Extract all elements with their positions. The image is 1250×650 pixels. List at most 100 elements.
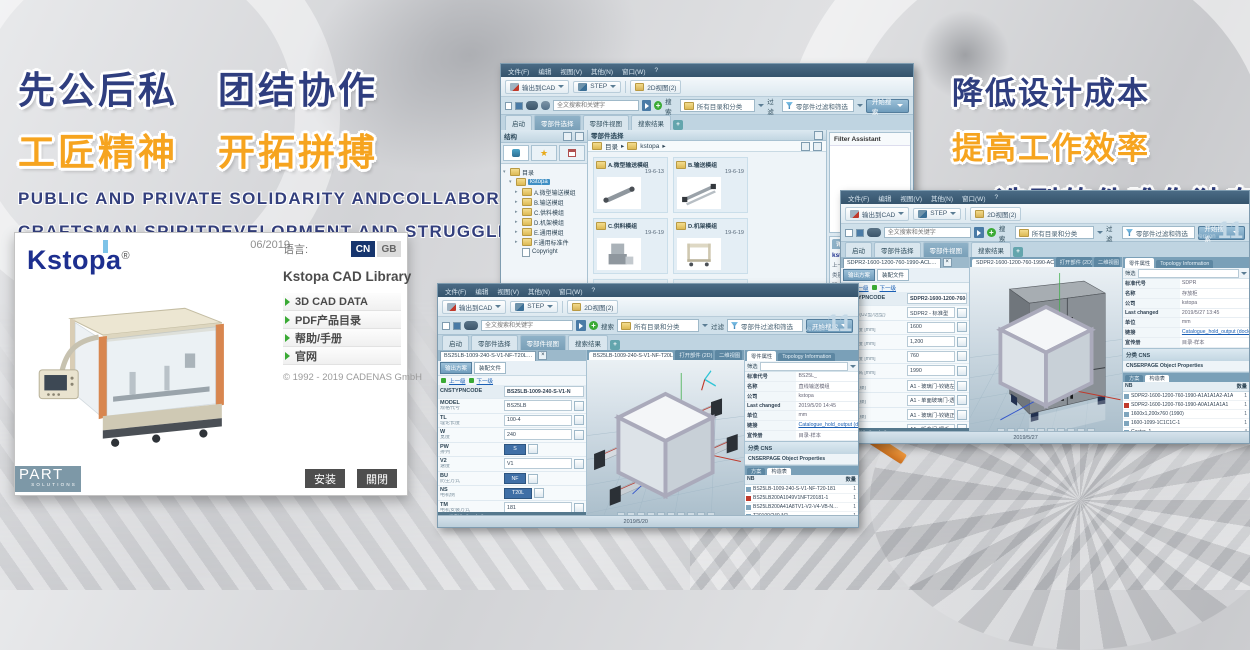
search-input[interactable] bbox=[481, 320, 573, 331]
export-plan-button[interactable]: 输出方案 bbox=[440, 362, 472, 374]
plan-tab[interactable]: 方案 bbox=[747, 468, 765, 475]
view-mode-button[interactable] bbox=[801, 142, 810, 151]
menu-window[interactable]: 窗口(W) bbox=[559, 286, 582, 296]
search-option-checkbox[interactable] bbox=[505, 102, 512, 110]
search-scope-dropdown[interactable]: 所有目录和分类 bbox=[1015, 226, 1094, 239]
panel-close-button[interactable] bbox=[575, 132, 584, 141]
bom-row[interactable]: 1600x1,200x760 (1990)1 bbox=[1123, 410, 1249, 419]
menu-edit[interactable]: 编辑 bbox=[878, 193, 891, 203]
view-cube[interactable] bbox=[587, 360, 744, 522]
export-plan-button[interactable]: 输出方案 bbox=[843, 269, 875, 281]
tab-search-results[interactable]: 搜索结果 bbox=[568, 335, 608, 350]
menu-edit[interactable]: 编辑 bbox=[538, 66, 551, 76]
search-scope-dropdown[interactable]: 所有目录和分类 bbox=[617, 319, 699, 332]
topology-tab[interactable]: Topology Information bbox=[778, 353, 835, 361]
2d-view-button[interactable]: 2D视图(2) bbox=[970, 207, 1021, 221]
tab-start[interactable]: 启动 bbox=[442, 335, 469, 350]
prop-link[interactable]: Catalogue_hold_output (doclev2) bbox=[1180, 328, 1249, 337]
menu-pdf-catalog[interactable]: PDF产品目录 bbox=[283, 311, 401, 329]
menu-view[interactable]: 视图(V) bbox=[560, 66, 582, 76]
2d-view-button[interactable]: 2D视图(2) bbox=[567, 300, 618, 314]
part-properties-tab[interactable]: 零件属性 bbox=[1125, 258, 1154, 268]
param-edit-button[interactable] bbox=[957, 322, 967, 332]
step-format-button[interactable]: STEP bbox=[573, 81, 621, 93]
bom-row[interactable]: 1600-1099-1C1C1C-11 bbox=[1123, 419, 1249, 428]
text-mode-toggle[interactable] bbox=[526, 101, 538, 110]
param-toggle[interactable]: NF bbox=[504, 473, 526, 484]
close-button[interactable]: 關閉 bbox=[357, 469, 397, 488]
tab-part-selection[interactable]: 零部件选择 bbox=[534, 115, 581, 130]
param-value-dropdown[interactable]: 1600 bbox=[907, 322, 955, 333]
properties-filter-input[interactable] bbox=[760, 362, 848, 371]
properties-filter-input[interactable] bbox=[1138, 269, 1239, 278]
favorites-tab[interactable]: ★ bbox=[531, 145, 557, 161]
2d-view-button[interactable]: 2D视图(2) bbox=[630, 80, 681, 94]
menu-help[interactable]: ? bbox=[591, 287, 595, 294]
install-button[interactable]: 安装 bbox=[305, 469, 345, 488]
menu-file[interactable]: 文件(F) bbox=[508, 66, 529, 76]
bom-row[interactable]: BS25LB-1009-240-S-V1-NF-T20-1811 bbox=[745, 485, 858, 494]
param-edit-button[interactable] bbox=[528, 474, 538, 484]
tab-search-results[interactable]: 搜索结果 bbox=[971, 242, 1011, 257]
bom-row[interactable]: SDPR2-1600-1200-760-1990-A0A1A1A1A11 bbox=[1123, 401, 1249, 410]
param-edit-button[interactable] bbox=[534, 488, 544, 498]
structure-tab[interactable]: 构造表 bbox=[767, 468, 791, 475]
tree-item[interactable]: ▸B.输送模组 bbox=[503, 197, 585, 207]
tab-part-view[interactable]: 零部件视图 bbox=[923, 242, 970, 257]
tree-item[interactable]: ▸A.微型输送模组 bbox=[503, 187, 585, 197]
menu-other[interactable]: 其他(N) bbox=[528, 286, 550, 296]
param-edit-button[interactable] bbox=[957, 395, 967, 405]
search-option-checkbox-2[interactable] bbox=[453, 322, 461, 330]
part-number-tab[interactable]: SDPR2-1600-1200-760-1990-ACL… bbox=[843, 258, 941, 268]
menu-3d-cad-data[interactable]: 3D CAD DATA bbox=[283, 293, 401, 311]
param-value-dropdown[interactable]: A1 - 单面玻璃门-透明 bbox=[907, 395, 955, 406]
search-option-checkbox[interactable] bbox=[845, 229, 853, 237]
search-input[interactable] bbox=[553, 100, 639, 111]
tree-item[interactable]: ▸D.机架模组 bbox=[503, 217, 585, 227]
part-number-tab[interactable]: BS25LB-1009-240-S-V1-NF-T20L… bbox=[440, 351, 536, 361]
breadcrumb-node[interactable]: kstopa bbox=[640, 143, 659, 150]
param-value-dropdown[interactable]: 760 bbox=[907, 351, 955, 362]
history-tab[interactable] bbox=[559, 145, 585, 161]
plan-tab[interactable]: 方案 bbox=[1125, 375, 1143, 382]
catalog-tree-tab[interactable] bbox=[503, 145, 529, 161]
menu-official-site[interactable]: 官网 bbox=[283, 347, 401, 365]
search-go-button[interactable] bbox=[642, 100, 651, 111]
view-cube[interactable] bbox=[970, 267, 1122, 438]
search-go-button[interactable] bbox=[576, 320, 586, 331]
param-value-dropdown[interactable]: 1990 bbox=[907, 365, 955, 376]
start-search-button[interactable]: 开始搜索 bbox=[866, 99, 909, 113]
tab-start[interactable]: 启动 bbox=[505, 115, 532, 130]
level-down-link[interactable]: 下一级 bbox=[880, 284, 897, 292]
menu-other[interactable]: 其他(N) bbox=[931, 193, 953, 203]
step-format-button[interactable]: STEP bbox=[913, 208, 961, 220]
param-edit-button[interactable] bbox=[574, 459, 584, 469]
menu-other[interactable]: 其他(N) bbox=[591, 66, 613, 76]
tab-part-selection[interactable]: 零部件选择 bbox=[874, 242, 921, 257]
tab-part-view[interactable]: 零部件视图 bbox=[583, 115, 630, 130]
tree-item-root[interactable]: ▾目录 bbox=[503, 167, 585, 177]
tab-search-results[interactable]: 搜索结果 bbox=[631, 115, 671, 130]
add-search-button[interactable]: + bbox=[987, 228, 996, 237]
viewport-2d-tab[interactable]: 打开部件 (2D) bbox=[1056, 257, 1092, 267]
bom-row[interactable]: SDPR2-1600-1200-760-1990-A1A1A1A2-A1A…1 bbox=[1123, 392, 1249, 401]
search-option-checkbox-2[interactable] bbox=[515, 102, 522, 110]
param-edit-button[interactable] bbox=[574, 503, 584, 512]
close-icon[interactable]: × bbox=[538, 351, 547, 360]
step-format-button[interactable]: STEP bbox=[510, 301, 558, 313]
variable-search-toggle[interactable] bbox=[541, 101, 550, 110]
language-cn-button[interactable]: CN bbox=[351, 241, 375, 257]
menu-window[interactable]: 窗口(W) bbox=[962, 193, 985, 203]
menu-help[interactable]: ? bbox=[654, 67, 658, 74]
tree-item-copyright[interactable]: Copyright bbox=[503, 247, 585, 257]
3d-viewport[interactable] bbox=[970, 267, 1122, 438]
param-edit-button[interactable] bbox=[957, 308, 967, 318]
new-tab-button[interactable]: + bbox=[673, 120, 683, 130]
bom-row[interactable]: BS25LB200A1049V1NFT20181-11 bbox=[745, 494, 858, 503]
prop-link[interactable]: Catalogue_hold_output (doclev2) bbox=[796, 421, 858, 430]
viewport-2d-tab[interactable]: 打开部件 (2D) bbox=[675, 350, 713, 360]
tree-item[interactable]: ▸C.供料模组 bbox=[503, 207, 585, 217]
tab-part-selection[interactable]: 零部件选择 bbox=[471, 335, 518, 350]
level-down-link[interactable]: 下一级 bbox=[477, 377, 494, 385]
param-edit-button[interactable] bbox=[957, 351, 967, 361]
